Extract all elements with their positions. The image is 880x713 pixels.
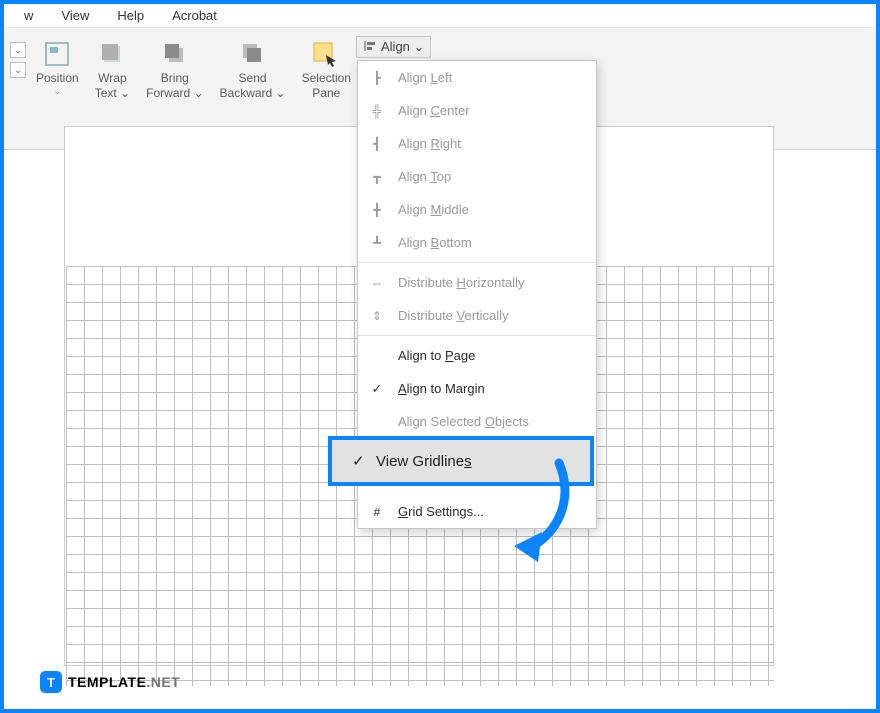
send-backward-icon — [239, 40, 267, 68]
check-icon: ✓ — [352, 452, 365, 470]
watermark-badge: T — [40, 671, 62, 693]
dd-align-selected: Align Selected Objects — [358, 405, 596, 438]
separator — [358, 335, 596, 336]
overflow-up-button[interactable]: ⌄ — [10, 42, 26, 58]
separator — [358, 262, 596, 263]
menubar: w View Help Acrobat — [4, 4, 876, 28]
align-center-icon: ╬ — [368, 102, 386, 120]
dd-align-center: ╬Align Center — [358, 94, 596, 127]
align-right-icon: ┫ — [368, 135, 386, 153]
menu-item-w[interactable]: w — [10, 6, 47, 25]
wrap-text-button[interactable]: Wrap Text ⌄ — [87, 36, 138, 114]
selection-pane-icon — [312, 40, 340, 68]
menu-item-help[interactable]: Help — [103, 6, 158, 25]
dd-align-middle: ╋Align Middle — [358, 193, 596, 226]
distribute-v-icon: ⇕ — [368, 307, 386, 325]
dd-distribute-h: ⇔Distribute Horizontally — [358, 266, 596, 299]
dd-align-top: ┳Align Top — [358, 160, 596, 193]
bring-forward-button[interactable]: Bring Forward ⌄ — [138, 36, 211, 114]
align-button[interactable]: Align ⌄ — [356, 36, 431, 58]
align-bottom-icon: ┻ — [368, 234, 386, 252]
distribute-h-icon: ⇔ — [368, 274, 386, 292]
wrap-text-icon — [98, 40, 126, 68]
dd-align-to-page[interactable]: Align to Page — [358, 339, 596, 372]
view-gridlines-label: View Gridlines — [376, 453, 472, 470]
position-button[interactable]: Position ⌄ — [28, 36, 87, 114]
align-top-icon: ┳ — [368, 168, 386, 186]
dd-align-bottom: ┻Align Bottom — [358, 226, 596, 259]
dd-distribute-v: ⇕Distribute Vertically — [358, 299, 596, 332]
watermark: T TEMPLATE.NET — [40, 671, 180, 693]
align-middle-icon: ╋ — [368, 201, 386, 219]
ribbon-overflow-stack: ⌄ ⌄ — [4, 36, 28, 78]
send-backward-button[interactable]: Send Backward ⌄ — [212, 36, 294, 114]
app-frame: w View Help Acrobat ⌄ ⌄ Position ⌄ Wrap … — [0, 0, 880, 713]
align-icon — [363, 39, 377, 56]
overflow-down-button[interactable]: ⌄ — [10, 62, 26, 78]
grid-settings-icon: # — [368, 503, 386, 521]
annotation-arrow-icon — [504, 458, 584, 568]
align-left-icon: ┣ — [368, 69, 386, 87]
dd-align-left: ┣Align Left — [358, 61, 596, 94]
dd-align-right: ┫Align Right — [358, 127, 596, 160]
menu-item-view[interactable]: View — [47, 6, 103, 25]
menu-item-acrobat[interactable]: Acrobat — [158, 6, 231, 25]
selection-pane-button[interactable]: Selection Pane — [294, 36, 359, 114]
dd-align-to-margin[interactable]: ✓Align to Margin — [358, 372, 596, 405]
position-icon — [43, 40, 71, 68]
bring-forward-icon — [161, 40, 189, 68]
check-icon: ✓ — [368, 381, 386, 397]
